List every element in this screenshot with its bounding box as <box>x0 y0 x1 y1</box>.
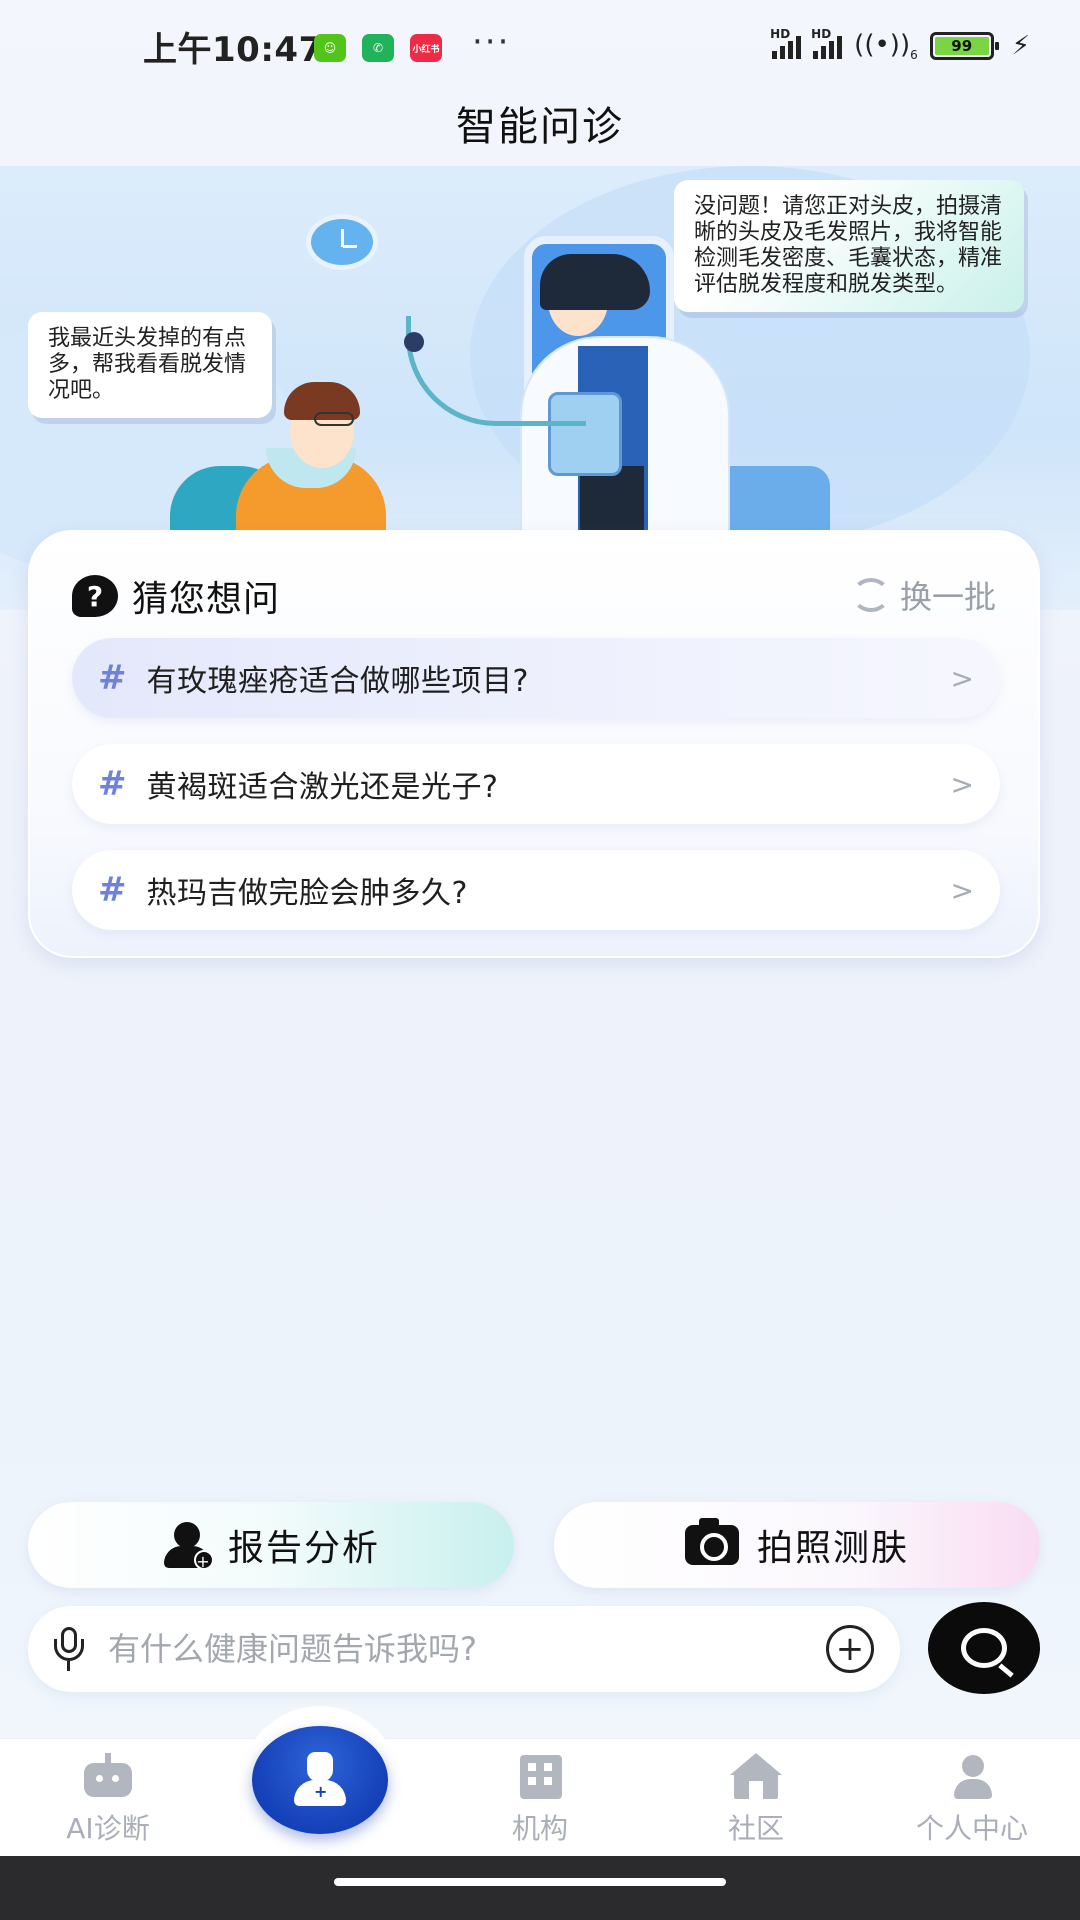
home-indicator[interactable] <box>334 1878 726 1886</box>
home-icon <box>728 1753 784 1799</box>
doctor-speech-bubble: 没问题！请您正对头皮，拍摄清晰的头皮及毛发照片，我将智能检测毛发密度、毛囊状态，… <box>674 180 1024 312</box>
chat-input-bar: + <box>28 1606 900 1692</box>
nav-label: 机构 <box>511 1812 568 1845</box>
chevron-right-icon: > <box>950 767 974 801</box>
charging-icon: ⚡ <box>1011 31 1030 62</box>
signal-icon: HD <box>811 27 843 60</box>
more-notifications-icon: ··· <box>472 22 511 62</box>
question-text: 热玛吉做完脸会肿多久? <box>146 876 468 911</box>
question-text: 黄褐斑适合激光还是光子? <box>146 770 499 805</box>
suggested-question-item[interactable]: # 有玫瑰痤疮适合做哪些项目? > <box>72 638 1000 718</box>
clock-illustration <box>306 214 378 270</box>
card-header: ? 猜您想问 <box>72 570 280 622</box>
person-icon <box>944 1755 1000 1799</box>
battery-icon: 99 <box>929 32 999 61</box>
refresh-icon <box>851 578 890 612</box>
chevron-right-icon: > <box>950 873 974 907</box>
nav-label: 社区 <box>727 1812 784 1845</box>
patient-glasses <box>314 412 354 426</box>
doctor-icon: + <box>290 1750 350 1810</box>
wechat-like-app-icon: ☺ <box>314 34 346 62</box>
nav-label: AI诊断 <box>66 1812 150 1845</box>
page-title: 智能问诊 <box>456 104 624 150</box>
hashtag-icon: # <box>98 870 127 910</box>
stethoscope-head <box>404 332 424 352</box>
report-analysis-label: 报告分析 <box>227 1528 380 1569</box>
status-indicators: HD HD ((•))6 99 ⚡ <box>770 27 1030 63</box>
photo-skin-test-button[interactable]: 拍照测肤 <box>554 1502 1040 1588</box>
nav-item-smart-consult[interactable]: + <box>252 1726 388 1834</box>
nav-item-ai-diagnosis[interactable]: AI诊断 <box>0 1739 216 1857</box>
bottom-navigation: AI诊断 机构 社区 个人中心 <box>0 1738 1080 1856</box>
xiaohongshu-app-icon: 小红书 <box>410 34 442 62</box>
battery-level: 99 <box>934 37 989 56</box>
nav-item-community[interactable]: 社区 <box>648 1739 864 1857</box>
microphone-icon[interactable] <box>54 1627 84 1671</box>
robot-icon <box>80 1753 136 1799</box>
nav-item-profile[interactable]: 个人中心 <box>864 1739 1080 1857</box>
add-user-icon: + <box>162 1522 214 1571</box>
send-search-button[interactable] <box>928 1602 1040 1694</box>
status-time: 上午10:47 <box>143 30 323 70</box>
photo-skin-test-label: 拍照测肤 <box>756 1528 909 1569</box>
doctor-hair <box>540 254 650 310</box>
hashtag-icon: # <box>98 658 127 698</box>
patient-speech-bubble: 我最近头发掉的有点多，帮我看看脱发情况吧。 <box>28 312 272 418</box>
chevron-right-icon: > <box>950 661 974 695</box>
hashtag-icon: # <box>98 764 127 804</box>
stethoscope-illustration <box>406 316 586 426</box>
add-attachment-button[interactable]: + <box>826 1625 874 1673</box>
suggested-question-item[interactable]: # 黄褐斑适合激光还是光子? > <box>72 744 1000 824</box>
card-title: 猜您想问 <box>132 579 281 620</box>
report-analysis-button[interactable]: + 报告分析 <box>28 1502 514 1588</box>
signal-icon: HD <box>770 27 802 60</box>
phone-app-icon: ✆ <box>362 34 394 62</box>
suggested-questions-card: ? 猜您想问 换一批 # 有玫瑰痤疮适合做哪些项目? > # 黄褐斑适合激光还是… <box>28 530 1040 958</box>
suggested-question-item[interactable]: # 热玛吉做完脸会肿多久? > <box>72 850 1000 930</box>
camera-icon <box>684 1518 739 1565</box>
system-navigation-bar <box>0 1856 1080 1920</box>
refresh-button[interactable]: 换一批 <box>851 572 996 618</box>
nav-label: 个人中心 <box>915 1812 1028 1845</box>
building-icon <box>512 1755 568 1799</box>
question-text: 有玫瑰痤疮适合做哪些项目? <box>146 664 529 699</box>
nav-item-institutions[interactable]: 机构 <box>432 1739 648 1857</box>
status-bar: 上午10:47 ☺ ✆ 小红书 ··· HD HD ((•))6 99 ⚡ <box>0 0 1080 100</box>
refresh-label: 换一批 <box>899 578 996 616</box>
wifi-icon: ((•))6 <box>854 30 918 63</box>
question-input[interactable] <box>108 1630 826 1668</box>
question-icon: ? <box>72 575 118 617</box>
search-icon <box>961 1628 1007 1668</box>
